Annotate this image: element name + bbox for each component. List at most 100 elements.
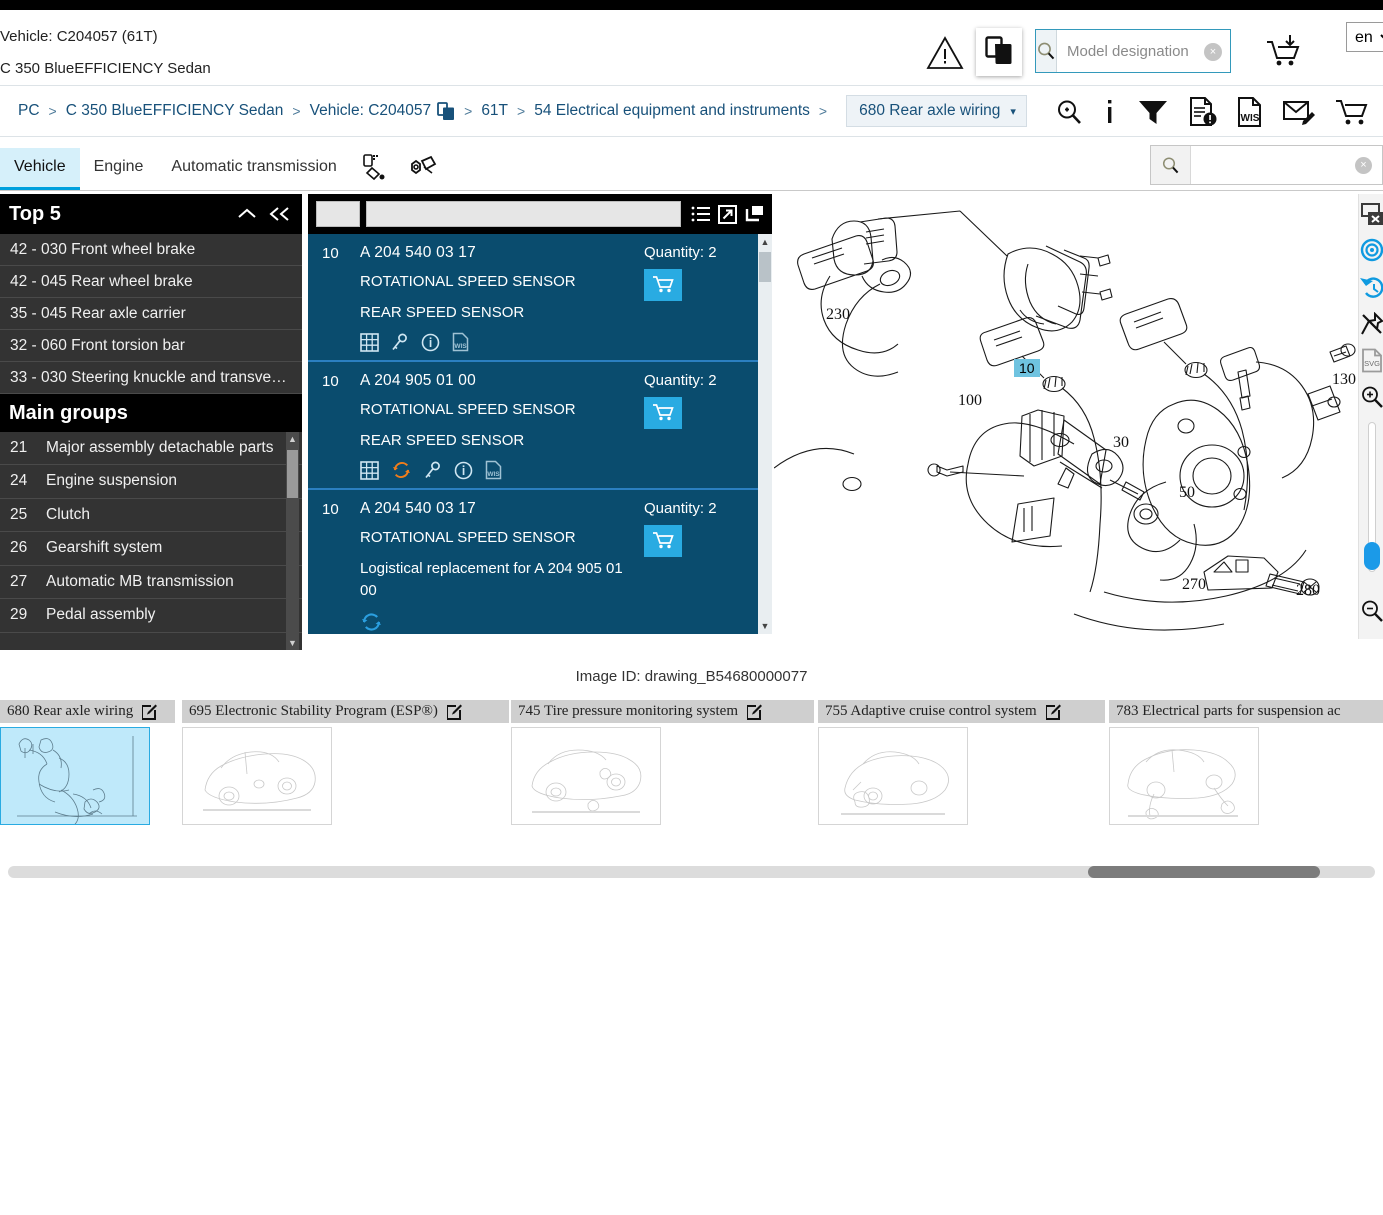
edit-pencil-icon[interactable] [446, 704, 462, 720]
parts-filter-bar[interactable] [366, 201, 681, 227]
thumbnail-label[interactable]: 745 Tire pressure monitoring system [511, 700, 814, 723]
diagram-callout[interactable]: 50 [1179, 484, 1195, 502]
diagram-callout[interactable]: 30 [1113, 434, 1129, 452]
part-row[interactable]: 10 A 204 540 03 17 ROTATIONAL SPEED SENS… [308, 234, 772, 362]
info-circle-icon[interactable] [421, 333, 440, 352]
unpin-icon[interactable] [1359, 312, 1383, 336]
breadcrumb-item-model[interactable]: C 350 BlueEFFICIENCY Sedan [66, 102, 284, 120]
expand-icon[interactable] [718, 204, 737, 224]
diagram-callout[interactable]: 230 [826, 306, 850, 324]
warning-triangle-icon[interactable] [925, 34, 965, 72]
table-grid-icon[interactable] [360, 332, 379, 352]
scroll-down-arrow-icon[interactable]: ▼ [758, 618, 772, 634]
clear-part-search-icon[interactable]: × [1355, 157, 1372, 174]
table-grid-icon[interactable] [360, 460, 379, 480]
search-icon[interactable] [1151, 146, 1191, 184]
filter-icon[interactable] [1137, 98, 1169, 126]
thumbnail-image[interactable] [182, 727, 332, 825]
add-to-cart-icon[interactable] [1263, 32, 1305, 72]
close-panel-icon[interactable] [1359, 202, 1383, 226]
key-icon[interactable] [424, 461, 442, 480]
scroll-up-arrow-icon[interactable]: ▲ [286, 432, 299, 446]
part-row[interactable]: 10 A 204 905 01 00 ROTATIONAL SPEED SENS… [308, 362, 772, 490]
tab-automatic-transmission[interactable]: Automatic transmission [157, 148, 350, 190]
info-icon[interactable] [1103, 98, 1117, 126]
main-groups-scrollbar[interactable]: ▲ ▼ [286, 432, 299, 650]
zoom-slider-knob[interactable] [1364, 542, 1380, 570]
scrollbar-thumb[interactable] [287, 450, 298, 498]
tab-engine[interactable]: Engine [80, 148, 158, 190]
horizontal-scrollbar-thumb[interactable] [1088, 866, 1320, 878]
tab-vehicle[interactable]: Vehicle [0, 148, 80, 190]
svg-export-icon[interactable]: SVG [1359, 348, 1383, 373]
scrollbar-thumb[interactable] [759, 252, 771, 282]
breadcrumb-item-61t[interactable]: 61T [481, 102, 508, 120]
info-circle-icon[interactable] [454, 461, 473, 480]
add-part-to-cart-button[interactable] [644, 397, 682, 429]
breadcrumb-item-pc[interactable]: PC [18, 102, 40, 120]
replacement-arrows-blue-icon[interactable] [360, 611, 383, 633]
replacement-arrows-icon[interactable] [391, 460, 412, 480]
top5-item[interactable]: 42 - 030 Front wheel brake [0, 234, 302, 266]
wis-document-icon[interactable]: WIS [452, 332, 469, 352]
zoom-in-icon[interactable] [1055, 98, 1083, 126]
thumbnail-label[interactable]: 755 Adaptive cruise control system [818, 700, 1105, 723]
target-hotspot-icon[interactable] [1359, 238, 1383, 262]
top5-item[interactable]: 33 - 030 Steering knuckle and transve… [0, 362, 302, 394]
add-part-to-cart-button[interactable] [644, 269, 682, 301]
copy-documents-button[interactable] [976, 28, 1022, 76]
document-alert-icon[interactable] [1189, 97, 1217, 127]
thumbnail-image[interactable] [0, 727, 150, 825]
zoom-in-icon[interactable] [1359, 385, 1383, 409]
shopping-cart-icon[interactable] [1335, 98, 1369, 126]
main-group-item[interactable]: 29 Pedal assembly [0, 599, 302, 633]
double-chevron-left-icon[interactable] [268, 206, 292, 222]
parts-filter-cell[interactable] [316, 201, 360, 227]
breadcrumb-current-dropdown[interactable]: 680 Rear axle wiring ▾ [846, 95, 1027, 127]
thumbnail-label[interactable]: 695 Electronic Stability Program (ESP®) [182, 700, 509, 723]
list-view-icon[interactable] [691, 205, 711, 223]
clear-search-icon[interactable]: × [1204, 43, 1222, 61]
scroll-up-arrow-icon[interactable]: ▲ [758, 234, 772, 250]
part-search-input[interactable] [1191, 146, 1382, 184]
duplicate-window-icon[interactable] [744, 205, 764, 224]
wis-document-icon[interactable]: WIS [485, 460, 502, 480]
diagram-callout[interactable]: 270 [1182, 576, 1206, 594]
search-icon[interactable] [1036, 30, 1057, 72]
edit-pencil-icon[interactable] [1045, 704, 1061, 720]
scroll-down-arrow-icon[interactable]: ▼ [286, 636, 299, 650]
diagram-callout[interactable]: 100 [958, 392, 982, 410]
thumbnail-label[interactable]: 680 Rear axle wiring [0, 700, 175, 723]
top5-item[interactable]: 35 - 045 Rear axle carrier [0, 298, 302, 330]
edit-pencil-icon[interactable] [746, 704, 762, 720]
diagram-callout-highlighted[interactable]: 10 [1014, 359, 1040, 377]
parts-diagram[interactable]: 230 10 100 130 30 50 270 280 [774, 194, 1358, 639]
key-icon[interactable] [391, 333, 409, 352]
breadcrumb-item-vehicle[interactable]: Vehicle: C204057 [310, 102, 432, 120]
add-part-to-cart-button[interactable] [644, 525, 682, 557]
thumbnail-label[interactable]: 783 Electrical parts for suspension ac [1109, 700, 1383, 723]
main-group-item[interactable]: 27 Automatic MB transmission [0, 566, 302, 600]
bolt-nut-icon[interactable] [397, 148, 445, 190]
main-group-item[interactable]: 26 Gearshift system [0, 532, 302, 566]
history-undo-icon[interactable] [1359, 274, 1383, 298]
part-search-box[interactable]: × [1150, 145, 1383, 185]
part-row[interactable]: 10 A 204 540 03 17 ROTATIONAL SPEED SENS… [308, 490, 772, 634]
model-search-input[interactable] [1057, 30, 1268, 72]
edit-pencil-icon[interactable] [141, 704, 158, 720]
chevron-up-icon[interactable] [236, 206, 258, 222]
diagram-callout[interactable]: 130 [1332, 371, 1356, 389]
main-group-item[interactable]: 25 Clutch [0, 499, 302, 533]
model-search-box[interactable]: × [1035, 29, 1268, 73]
breadcrumb-copy-icon[interactable] [437, 101, 455, 121]
paint-code-icon[interactable] [351, 146, 397, 190]
diagram-callout[interactable]: 280 [1296, 582, 1320, 600]
thumbnail-image[interactable] [1109, 727, 1259, 825]
breadcrumb-item-group54[interactable]: 54 Electrical equipment and instruments [534, 102, 810, 120]
email-edit-icon[interactable] [1283, 98, 1315, 126]
zoom-out-icon[interactable] [1359, 599, 1383, 623]
language-select[interactable]: en [1346, 22, 1383, 52]
parts-scrollbar[interactable]: ▲ ▼ [758, 234, 772, 634]
wis-document-icon[interactable]: WIS [1237, 97, 1263, 127]
main-group-item[interactable]: 24 Engine suspension [0, 465, 302, 499]
